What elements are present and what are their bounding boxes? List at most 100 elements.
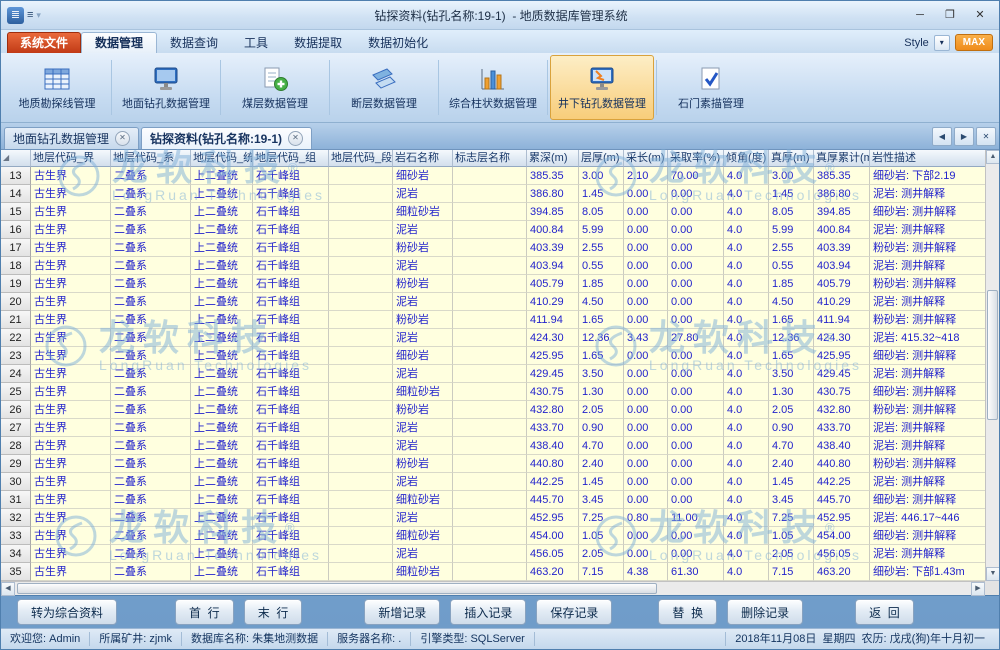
column-header[interactable]: 地层代码_段 xyxy=(329,150,393,167)
grid-cell[interactable]: 1.45 xyxy=(579,473,624,491)
table-row[interactable]: 22古生界二叠系上二叠统石千峰组泥岩424.3012.363.4327.804.… xyxy=(1,329,985,347)
grid-cell[interactable]: 8.05 xyxy=(579,203,624,221)
grid-cell[interactable] xyxy=(453,257,527,275)
grid-cell[interactable]: 二叠系 xyxy=(111,329,191,347)
grid-cell[interactable] xyxy=(329,437,393,455)
grid-cell[interactable]: 403.39 xyxy=(814,239,870,257)
grid-cell[interactable] xyxy=(329,239,393,257)
grid-cell[interactable]: 394.85 xyxy=(527,203,579,221)
tab-data-extract[interactable]: 数据提取 xyxy=(281,33,355,53)
vscroll-thumb[interactable] xyxy=(987,290,998,420)
grid-cell[interactable]: 粉砂岩 xyxy=(393,455,453,473)
grid-cell[interactable]: 4.38 xyxy=(624,563,668,581)
grid-cell[interactable]: 泥岩: 测井解释 xyxy=(870,293,985,311)
grid-cell[interactable]: 4.0 xyxy=(724,239,769,257)
grid-cell[interactable]: 4.50 xyxy=(769,293,814,311)
grid-cell[interactable]: 0.00 xyxy=(668,401,724,419)
grid-cell[interactable]: 4.0 xyxy=(724,491,769,509)
table-row[interactable]: 32古生界二叠系上二叠统石千峰组泥岩452.957.250.8011.004.0… xyxy=(1,509,985,527)
grid-cell[interactable] xyxy=(453,455,527,473)
grid-cell[interactable]: 27.80 xyxy=(668,329,724,347)
grid-cell[interactable]: 1.85 xyxy=(579,275,624,293)
grid-cell[interactable] xyxy=(329,545,393,563)
table-row[interactable]: 34古生界二叠系上二叠统石千峰组泥岩456.052.050.000.004.02… xyxy=(1,545,985,563)
grid-cell[interactable]: 0.00 xyxy=(624,257,668,275)
grid-cell[interactable]: 7.15 xyxy=(769,563,814,581)
grid-cell[interactable]: 二叠系 xyxy=(111,545,191,563)
grid-cell[interactable]: 0.00 xyxy=(624,527,668,545)
grid-cell[interactable]: 上二叠统 xyxy=(191,491,253,509)
grid-cell[interactable]: 403.39 xyxy=(527,239,579,257)
grid-cell[interactable]: 0.00 xyxy=(624,401,668,419)
grid-cell[interactable] xyxy=(329,401,393,419)
row-number[interactable]: 32 xyxy=(1,509,31,527)
grid-cell[interactable]: 432.80 xyxy=(814,401,870,419)
grid-cell[interactable]: 粉砂岩: 测井解释 xyxy=(870,401,985,419)
grid-cell[interactable]: 0.80 xyxy=(624,509,668,527)
grid-cell[interactable]: 405.79 xyxy=(527,275,579,293)
grid-cell[interactable] xyxy=(453,365,527,383)
grid-cell[interactable]: 石千峰组 xyxy=(253,239,329,257)
grid-cell[interactable] xyxy=(453,473,527,491)
grid-cell[interactable]: 4.0 xyxy=(724,563,769,581)
grid-cell[interactable]: 细粒砂岩 xyxy=(393,491,453,509)
grid-cell[interactable]: 古生界 xyxy=(31,365,111,383)
max-style-button[interactable]: MAX xyxy=(955,34,993,51)
app-icon[interactable]: ≣ xyxy=(7,7,24,24)
tab-data-management[interactable]: 数据管理 xyxy=(81,32,157,53)
grid-cell[interactable]: 463.20 xyxy=(814,563,870,581)
grid-cell[interactable]: 古生界 xyxy=(31,311,111,329)
grid-cell[interactable]: 二叠系 xyxy=(111,365,191,383)
grid-cell[interactable]: 二叠系 xyxy=(111,491,191,509)
grid-cell[interactable]: 433.70 xyxy=(814,419,870,437)
grid-cell[interactable]: 石千峰组 xyxy=(253,221,329,239)
grid-cell[interactable]: 0.00 xyxy=(668,365,724,383)
grid-cell[interactable]: 细砂岩: 测井解释 xyxy=(870,347,985,365)
grid-cell[interactable]: 泥岩: 测井解释 xyxy=(870,419,985,437)
grid-cell[interactable]: 上二叠统 xyxy=(191,383,253,401)
grid-cell[interactable]: 上二叠统 xyxy=(191,221,253,239)
grid-cell[interactable]: 二叠系 xyxy=(111,257,191,275)
replace-button[interactable]: 替 换 xyxy=(658,599,717,625)
grid-cell[interactable]: 456.05 xyxy=(527,545,579,563)
grid-cell[interactable]: 1.85 xyxy=(769,275,814,293)
grid-cell[interactable]: 4.0 xyxy=(724,455,769,473)
delete-record-button[interactable]: 删除记录 xyxy=(727,599,803,625)
grid-cell[interactable]: 0.00 xyxy=(668,473,724,491)
grid-cell[interactable]: 0.00 xyxy=(668,185,724,203)
grid-cell[interactable] xyxy=(453,509,527,527)
grid-cell[interactable]: 425.95 xyxy=(814,347,870,365)
grid-cell[interactable]: 1.05 xyxy=(769,527,814,545)
grid-cell[interactable]: 细粒砂岩 xyxy=(393,563,453,581)
grid-cell[interactable]: 1.30 xyxy=(769,383,814,401)
row-number[interactable]: 19 xyxy=(1,275,31,293)
grid-cell[interactable]: 0.00 xyxy=(624,455,668,473)
style-dropdown[interactable]: ▾ xyxy=(934,35,950,51)
grid-cell[interactable]: 12.36 xyxy=(579,329,624,347)
row-number[interactable]: 35 xyxy=(1,563,31,581)
grid-cell[interactable]: 0.00 xyxy=(668,257,724,275)
grid-cell[interactable] xyxy=(329,275,393,293)
table-row[interactable]: 13古生界二叠系上二叠统石千峰组细砂岩385.353.002.1070.004.… xyxy=(1,167,985,185)
grid-cell[interactable]: 411.94 xyxy=(527,311,579,329)
grid-cell[interactable]: 440.80 xyxy=(814,455,870,473)
maximize-button[interactable]: ❐ xyxy=(935,5,965,25)
grid-cell[interactable]: 403.94 xyxy=(527,257,579,275)
tab-close-icon[interactable]: ✕ xyxy=(288,131,303,146)
grid-cell[interactable]: 0.00 xyxy=(624,383,668,401)
grid-cell[interactable]: 4.70 xyxy=(579,437,624,455)
table-row[interactable]: 29古生界二叠系上二叠统石千峰组粉砂岩440.802.400.000.004.0… xyxy=(1,455,985,473)
row-number[interactable]: 27 xyxy=(1,419,31,437)
grid-cell[interactable]: 0.00 xyxy=(624,221,668,239)
grid-cell[interactable]: 4.50 xyxy=(579,293,624,311)
grid-cell[interactable]: 石千峰组 xyxy=(253,509,329,527)
grid-cell[interactable]: 4.0 xyxy=(724,275,769,293)
grid-cell[interactable]: 0.00 xyxy=(624,347,668,365)
grid-cell[interactable]: 1.65 xyxy=(579,311,624,329)
grid-cell[interactable]: 上二叠统 xyxy=(191,563,253,581)
grid-cell[interactable]: 古生界 xyxy=(31,437,111,455)
grid-cell[interactable]: 上二叠统 xyxy=(191,329,253,347)
grid-cell[interactable]: 2.05 xyxy=(579,545,624,563)
grid-cell[interactable]: 粉砂岩: 测井解释 xyxy=(870,311,985,329)
grid-cell[interactable]: 0.00 xyxy=(624,491,668,509)
